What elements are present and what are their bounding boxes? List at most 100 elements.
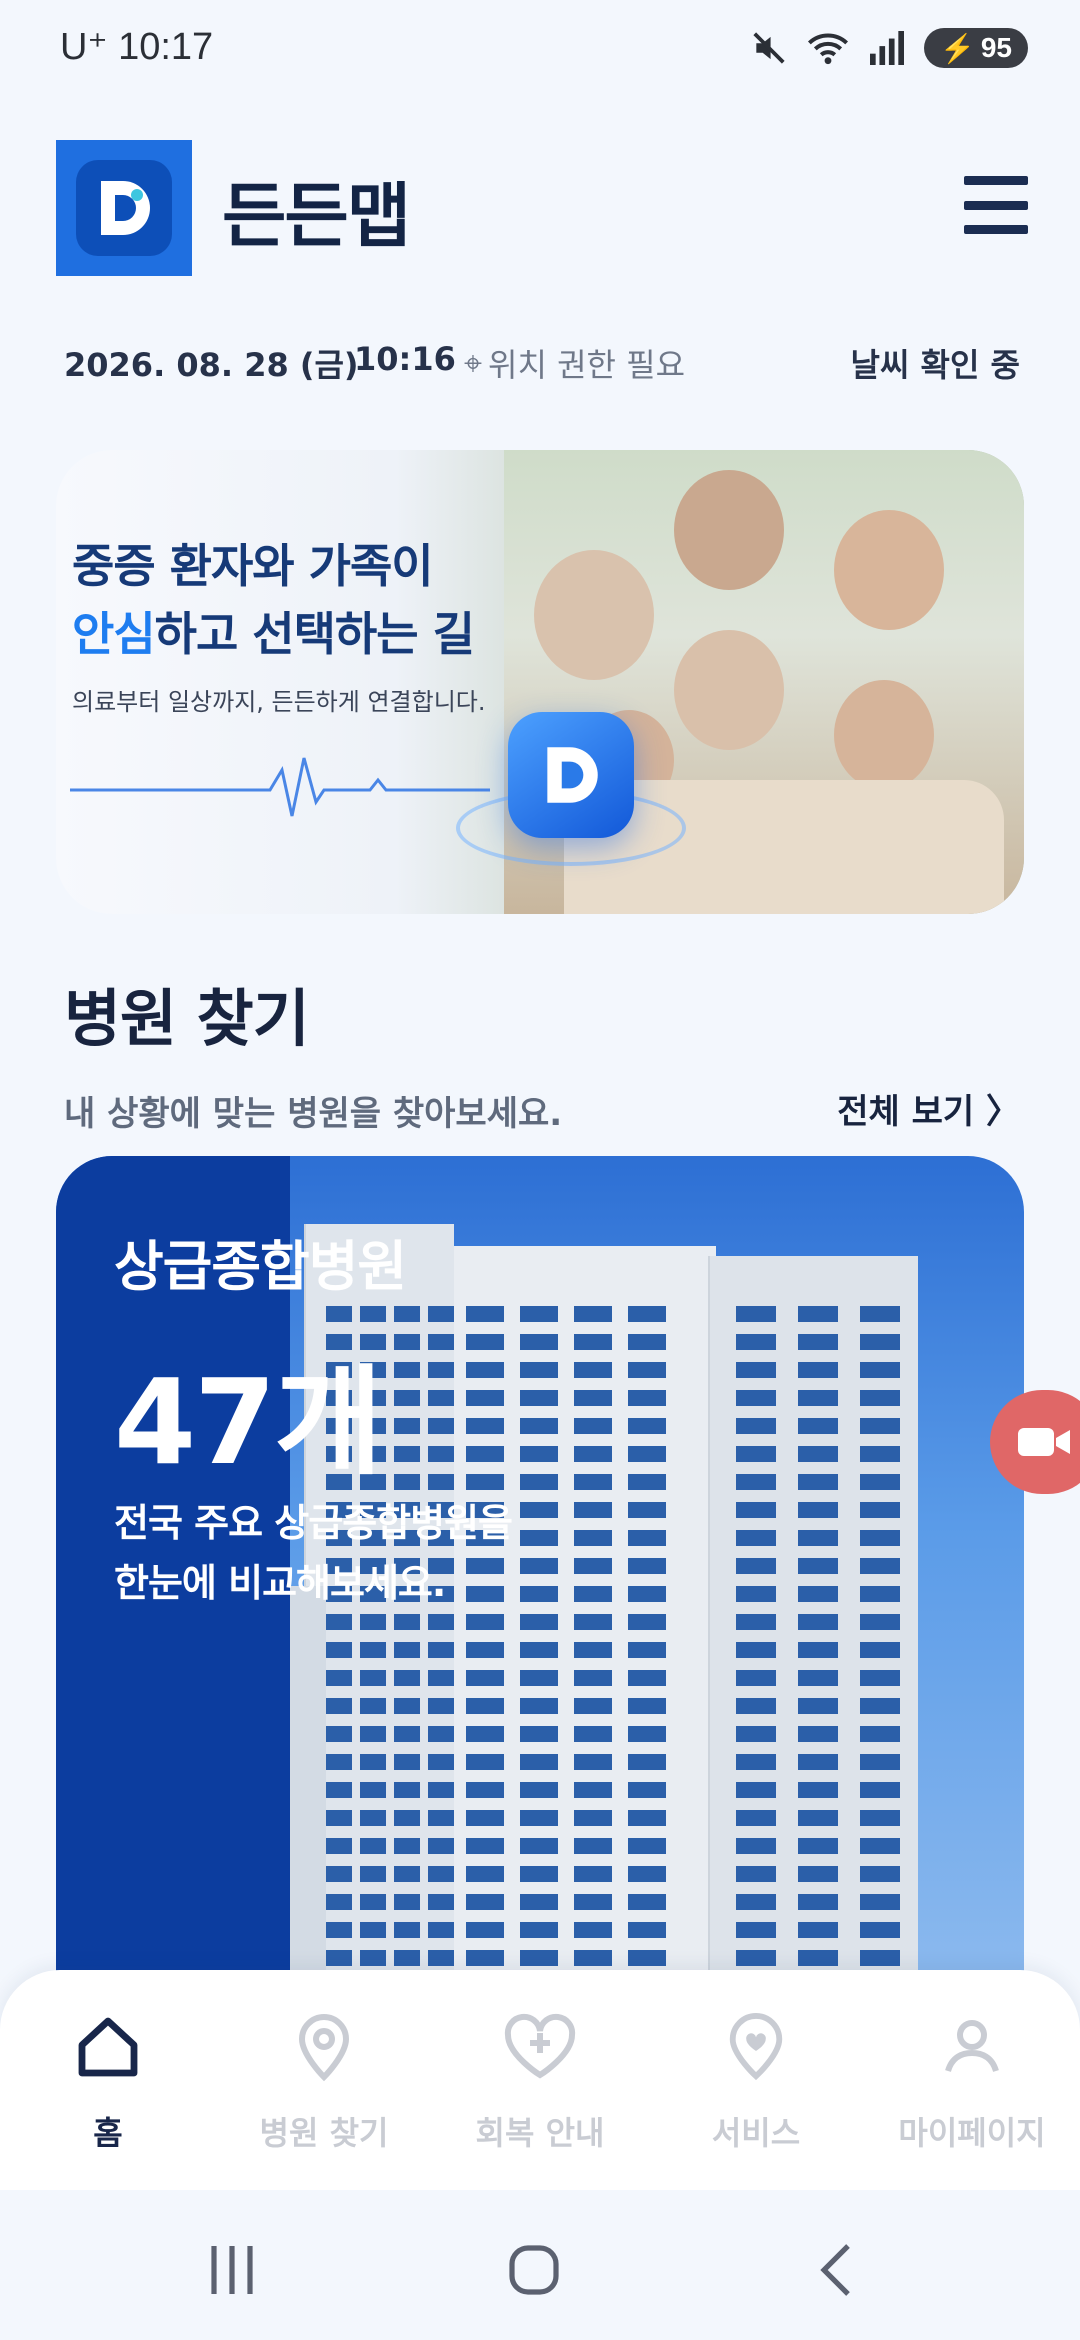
hospital-desc-line2: 한눈에 비교해보세요.	[114, 1561, 446, 1605]
building-window	[860, 1782, 900, 1798]
building-window	[520, 1670, 558, 1686]
building-window	[798, 1306, 838, 1322]
building-window	[360, 1614, 386, 1630]
home-system-button[interactable]	[506, 2242, 562, 2298]
building-window	[466, 1418, 504, 1434]
building-window	[860, 1390, 900, 1406]
see-all-link[interactable]: 전체 보기 〉	[837, 1084, 1020, 1133]
building-window	[736, 1670, 776, 1686]
hamburger-menu-button[interactable]	[964, 170, 1028, 240]
building-window	[574, 1502, 612, 1518]
building-window	[860, 1698, 900, 1714]
building-window	[628, 1838, 666, 1854]
nav-recovery-guide[interactable]: 회복 안내	[432, 2004, 648, 2164]
location-permission[interactable]: ⌖ 위치 권한 필요	[464, 340, 685, 386]
building-window	[628, 1586, 666, 1602]
building-window	[798, 1866, 838, 1882]
logo-d-icon	[101, 181, 150, 235]
building-window	[736, 1894, 776, 1910]
building-window	[520, 1866, 558, 1882]
building-window	[520, 1810, 558, 1826]
location-target-icon: ⌖	[464, 343, 483, 382]
building-window	[628, 1698, 666, 1714]
building-window	[628, 1894, 666, 1910]
building-window	[574, 1362, 612, 1378]
building-window	[628, 1474, 666, 1490]
building-window	[428, 1362, 454, 1378]
building-window	[428, 1642, 454, 1658]
hospital-card[interactable]: 상급종합병원 47개 전국 주요 상급종합병원을 한눈에 비교해보세요.	[56, 1156, 1024, 1976]
building-window	[574, 1642, 612, 1658]
building-window	[798, 1446, 838, 1462]
building-window	[428, 1614, 454, 1630]
building-window	[574, 1894, 612, 1910]
building-window	[574, 1334, 612, 1350]
building-window	[466, 1642, 504, 1658]
building-window	[574, 1838, 612, 1854]
building-window	[798, 1530, 838, 1546]
status-time: 10:17	[118, 26, 214, 68]
nav-home[interactable]: 홈	[0, 2004, 216, 2164]
location-permission-label: 위치 권한 필요	[488, 346, 686, 384]
building-window	[520, 1894, 558, 1910]
building-window	[466, 1306, 504, 1322]
building-window	[736, 1390, 776, 1406]
building-window	[574, 1726, 612, 1742]
building-window	[520, 1726, 558, 1742]
building-window	[520, 1642, 558, 1658]
building-window	[736, 1922, 776, 1938]
building-window	[360, 1754, 386, 1770]
building-window	[326, 1726, 352, 1742]
building-window	[520, 1446, 558, 1462]
building-window	[574, 1558, 612, 1574]
building-window	[360, 1782, 386, 1798]
building-window	[466, 1362, 504, 1378]
building-window	[574, 1670, 612, 1686]
building-window	[574, 1922, 612, 1938]
hero-banner[interactable]: 중증 환자와 가족이 안심하고 선택하는 길 의료부터 일상까지, 든든하게 연…	[56, 450, 1024, 914]
building-window	[798, 1894, 838, 1910]
nav-services[interactable]: 서비스	[648, 2004, 864, 2164]
building-window	[520, 1922, 558, 1938]
building-window	[574, 1306, 612, 1322]
building-window	[736, 1782, 776, 1798]
building-window	[428, 1894, 454, 1910]
building-window	[628, 1530, 666, 1546]
building-window	[394, 1670, 420, 1686]
nav-hospital-search[interactable]: 병원 찾기	[216, 2004, 432, 2164]
building-window	[326, 1866, 352, 1882]
building-window	[860, 1950, 900, 1966]
building-window	[466, 1894, 504, 1910]
building-window	[736, 1418, 776, 1434]
building-window	[326, 1698, 352, 1714]
building-window	[628, 1306, 666, 1322]
heartbeat-line-icon	[70, 757, 490, 817]
building-window	[574, 1446, 612, 1462]
building-window	[574, 1530, 612, 1546]
building-window	[798, 1754, 838, 1770]
building-window	[428, 1698, 454, 1714]
building-window	[466, 1838, 504, 1854]
building-window	[428, 1782, 454, 1798]
building-window	[798, 1922, 838, 1938]
app-logo[interactable]	[56, 140, 192, 276]
building-window	[574, 1418, 612, 1434]
nav-label: 회복 안내	[475, 2114, 605, 2152]
building-window	[798, 1782, 838, 1798]
nav-my-page[interactable]: 마이페이지	[864, 2004, 1080, 2164]
building-window	[860, 1810, 900, 1826]
building-window	[466, 1754, 504, 1770]
building-window	[428, 1866, 454, 1882]
building-window	[736, 1334, 776, 1350]
recent-apps-button[interactable]	[206, 2242, 258, 2298]
hero-headline-1: 중증 환자와 가족이	[72, 539, 434, 593]
building-window	[428, 1838, 454, 1854]
building-window	[428, 1810, 454, 1826]
building-window	[428, 1306, 454, 1322]
building-window	[520, 1390, 558, 1406]
building-window	[326, 1922, 352, 1938]
building-window	[360, 1642, 386, 1658]
building-window	[860, 1306, 900, 1322]
building-window	[860, 1334, 900, 1350]
back-button[interactable]	[816, 2242, 856, 2298]
